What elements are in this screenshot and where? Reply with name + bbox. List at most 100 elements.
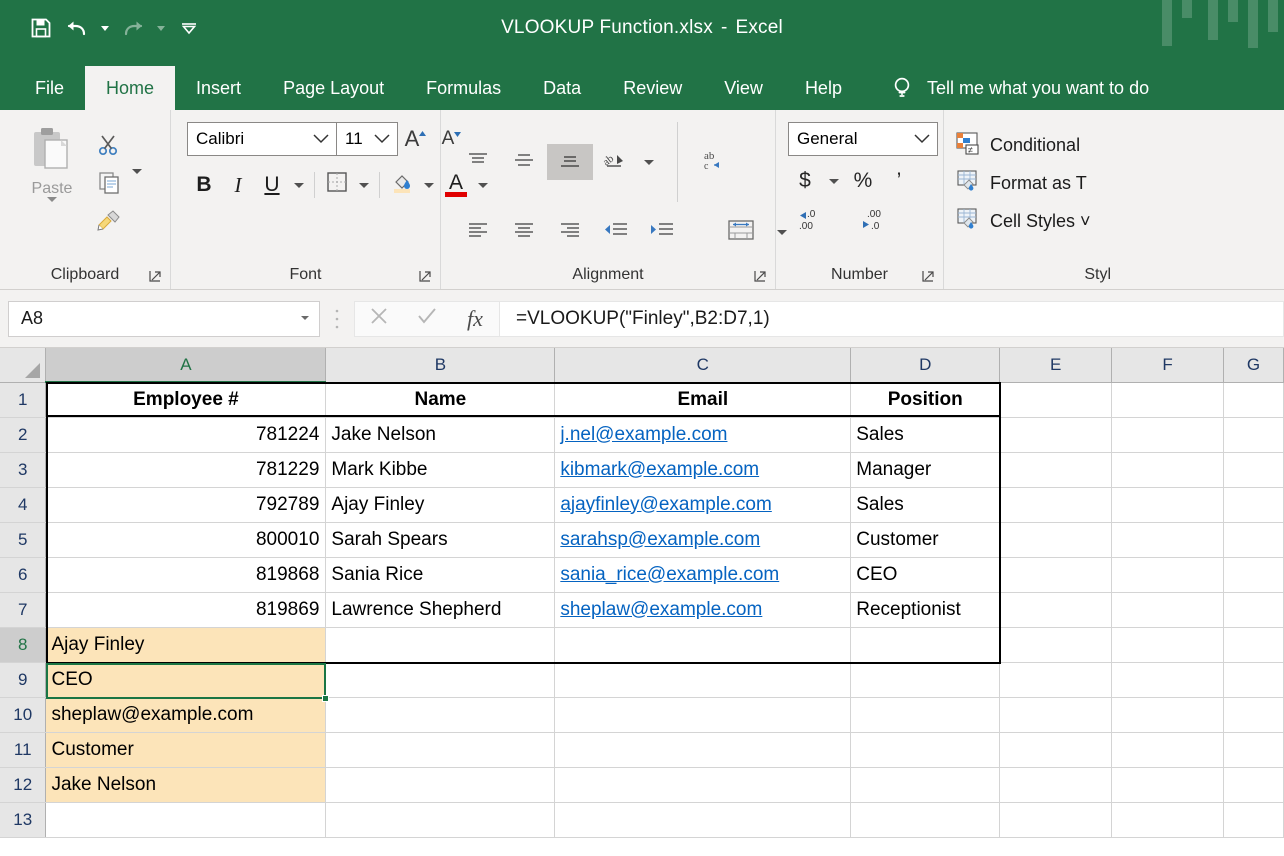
cell-B1[interactable]: Name xyxy=(325,382,556,418)
bold-button[interactable]: B xyxy=(187,168,221,202)
cell-C12[interactable] xyxy=(554,767,852,803)
cell-A11[interactable]: Customer xyxy=(45,732,327,768)
fill-color-dropdown-icon[interactable] xyxy=(419,168,439,202)
number-format-combo[interactable]: General xyxy=(788,122,938,156)
font-size-combo[interactable]: 11 xyxy=(336,122,398,156)
align-middle-button[interactable] xyxy=(501,144,547,180)
wrap-text-button[interactable]: ab c xyxy=(683,144,745,180)
column-header-g[interactable]: G xyxy=(1223,348,1284,383)
cell-E2[interactable] xyxy=(999,417,1113,453)
cell-F8[interactable] xyxy=(1111,627,1224,663)
cell-G2[interactable] xyxy=(1223,417,1284,453)
increase-font-size-button[interactable]: A xyxy=(398,122,434,156)
cell-F6[interactable] xyxy=(1111,557,1224,593)
cell-F7[interactable] xyxy=(1111,592,1224,628)
cell-F5[interactable] xyxy=(1111,522,1224,558)
cell-G5[interactable] xyxy=(1223,522,1284,558)
tab-page-layout[interactable]: Page Layout xyxy=(262,66,405,110)
paste-button[interactable]: Paste xyxy=(10,122,94,220)
tab-file[interactable]: File xyxy=(14,66,85,110)
cell-B2[interactable]: Jake Nelson xyxy=(325,417,556,453)
cell-E4[interactable] xyxy=(999,487,1113,523)
clipboard-dialog-launcher[interactable] xyxy=(148,269,162,283)
font-dialog-launcher[interactable] xyxy=(418,269,432,283)
decrease-indent-button[interactable] xyxy=(593,214,639,250)
row-header-9[interactable]: 9 xyxy=(0,662,47,698)
cell-A12[interactable]: Jake Nelson xyxy=(45,767,327,803)
confirm-entry-button[interactable] xyxy=(403,302,451,336)
cell-B3[interactable]: Mark Kibbe xyxy=(325,452,556,488)
select-all-corner[interactable] xyxy=(0,348,47,383)
row-header-5[interactable]: 5 xyxy=(0,522,47,558)
orientation-button[interactable]: ab xyxy=(593,144,639,180)
cell-F3[interactable] xyxy=(1111,452,1224,488)
increase-decimal-button[interactable]: .0.00 xyxy=(794,204,840,238)
cell-A9[interactable]: CEO xyxy=(45,662,327,698)
row-header-6[interactable]: 6 xyxy=(0,557,47,593)
tab-help[interactable]: Help xyxy=(784,66,863,110)
copy-button[interactable] xyxy=(94,166,142,200)
name-box[interactable]: A8 xyxy=(8,300,320,337)
insert-function-button[interactable]: fx xyxy=(451,302,499,336)
cell-G4[interactable] xyxy=(1223,487,1284,523)
borders-dropdown-icon[interactable] xyxy=(354,168,374,202)
cell-F1[interactable] xyxy=(1111,382,1224,418)
row-header-7[interactable]: 7 xyxy=(0,592,47,628)
cell-E9[interactable] xyxy=(999,662,1113,698)
row-header-10[interactable]: 10 xyxy=(0,697,47,733)
cell-A7[interactable]: 819869 xyxy=(45,592,327,628)
cell-F2[interactable] xyxy=(1111,417,1224,453)
row-header-1[interactable]: 1 xyxy=(0,382,47,418)
tab-view[interactable]: View xyxy=(703,66,784,110)
cell-G11[interactable] xyxy=(1223,732,1284,768)
cell-D8[interactable] xyxy=(850,627,1001,663)
column-header-d[interactable]: D xyxy=(850,348,1001,383)
row-header-4[interactable]: 4 xyxy=(0,487,47,523)
cell-D12[interactable] xyxy=(850,767,1001,803)
cell-E12[interactable] xyxy=(999,767,1113,803)
cell-B4[interactable]: Ajay Finley xyxy=(325,487,556,523)
paste-dropdown-icon[interactable] xyxy=(47,197,57,220)
cell-G9[interactable] xyxy=(1223,662,1284,698)
cell-D7[interactable]: Receptionist xyxy=(850,592,1001,628)
conditional-formatting-button[interactable]: ≠ Conditional xyxy=(956,126,1080,164)
cell-C3[interactable]: kibmark@example.com xyxy=(554,452,852,488)
cell-A2[interactable]: 781224 xyxy=(45,417,327,453)
borders-button[interactable] xyxy=(320,168,354,202)
alignment-dialog-launcher[interactable] xyxy=(753,269,767,283)
tab-review[interactable]: Review xyxy=(602,66,703,110)
cell-C10[interactable] xyxy=(554,697,852,733)
cell-styles-button[interactable]: Cell Styles ˅ xyxy=(956,202,1091,240)
cell-C1[interactable]: Email xyxy=(554,382,852,418)
align-top-button[interactable] xyxy=(455,144,501,180)
column-header-a[interactable]: A xyxy=(45,348,327,383)
cancel-entry-button[interactable] xyxy=(355,302,403,336)
align-bottom-button[interactable] xyxy=(547,144,593,180)
tab-insert[interactable]: Insert xyxy=(175,66,262,110)
cell-D5[interactable]: Customer xyxy=(850,522,1001,558)
column-header-e[interactable]: E xyxy=(999,348,1113,383)
cell-F9[interactable] xyxy=(1111,662,1224,698)
cell-E7[interactable] xyxy=(999,592,1113,628)
cell-E1[interactable] xyxy=(999,382,1113,418)
tab-home[interactable]: Home xyxy=(85,66,176,110)
cell-A10[interactable]: sheplaw@example.com xyxy=(45,697,327,733)
cell-F12[interactable] xyxy=(1111,767,1224,803)
cell-C7[interactable]: sheplaw@example.com xyxy=(554,592,852,628)
italic-button[interactable]: I xyxy=(221,168,255,202)
cell-D10[interactable] xyxy=(850,697,1001,733)
cell-F11[interactable] xyxy=(1111,732,1224,768)
cell-C9[interactable] xyxy=(554,662,852,698)
cell-E8[interactable] xyxy=(999,627,1113,663)
accounting-dropdown-icon[interactable] xyxy=(824,164,844,198)
cell-C6[interactable]: sania_rice@example.com xyxy=(554,557,852,593)
cell-E13[interactable] xyxy=(999,802,1113,838)
column-header-f[interactable]: F xyxy=(1111,348,1224,383)
copy-dropdown-icon[interactable] xyxy=(132,169,142,192)
cell-D3[interactable]: Manager xyxy=(850,452,1001,488)
cell-A8[interactable]: Ajay Finley xyxy=(45,627,327,663)
cell-G10[interactable] xyxy=(1223,697,1284,733)
row-header-11[interactable]: 11 xyxy=(0,732,47,768)
cell-B9[interactable] xyxy=(325,662,556,698)
cell-A3[interactable]: 781229 xyxy=(45,452,327,488)
